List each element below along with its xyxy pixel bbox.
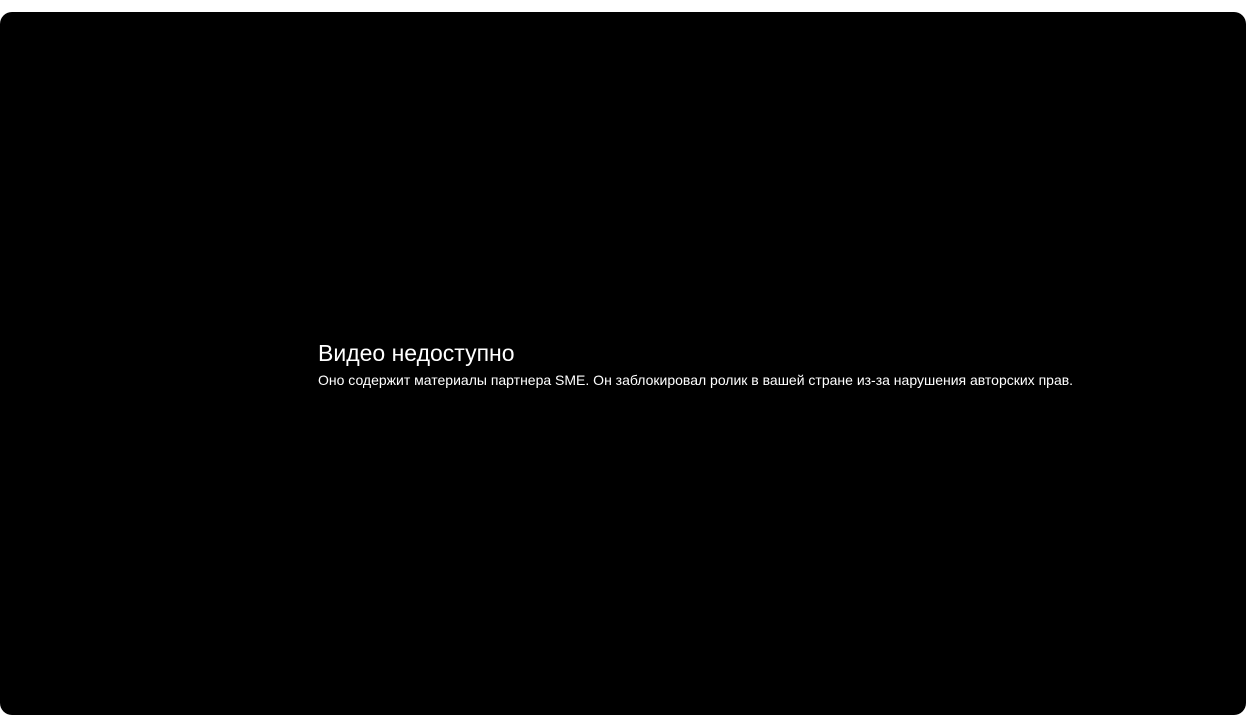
error-message: Оно содержит материалы партнера SME. Он … — [318, 372, 1074, 388]
error-title: Видео недоступно — [318, 340, 515, 366]
playability-error: Видео недоступно Оно содержит материалы … — [318, 339, 1218, 389]
page: Видео недоступно Оно содержит материалы … — [0, 0, 1246, 717]
video-player[interactable]: Видео недоступно Оно содержит материалы … — [0, 12, 1246, 715]
